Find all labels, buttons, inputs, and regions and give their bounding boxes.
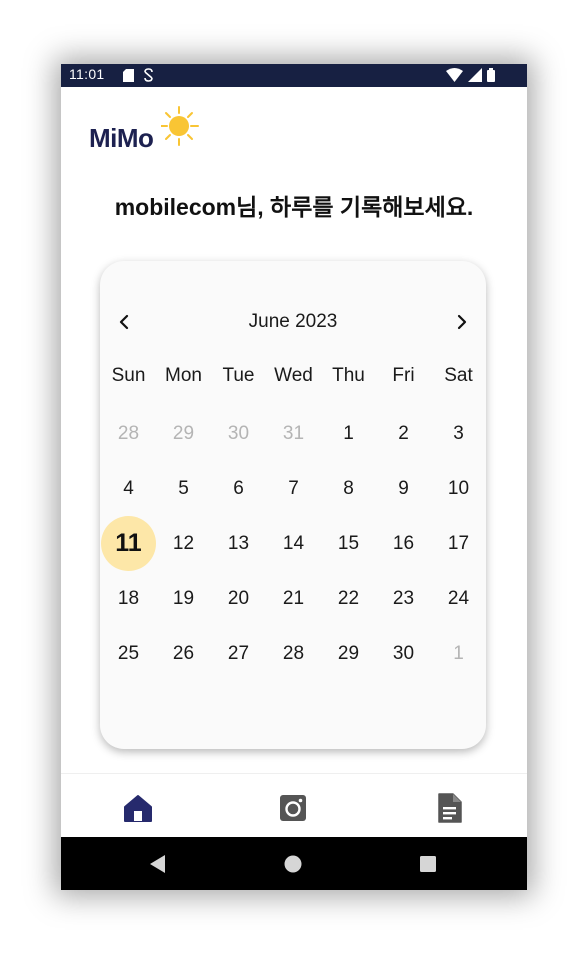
calendar-day[interactable]: 3 [431,406,486,461]
status-icons-left [123,68,154,82]
calendar-day[interactable]: 7 [266,461,321,516]
calendar-day[interactable]: 27 [211,626,266,681]
next-month-button[interactable] [449,309,475,335]
phone-screen: 11:01 MiMo mobilecom님, 하루를 기록해보세요. June … [61,64,527,890]
system-home-button[interactable] [280,851,306,877]
calendar-day[interactable]: 23 [376,571,431,626]
calendar-day[interactable]: 12 [156,516,211,571]
calendar-grid: 28 29 30 31 1 2 3 4 5 6 7 8 9 10 11 12 13 14 15 16 17 18 19 20 2… [101,406,486,681]
bottom-navigation [61,773,527,838]
wifi-icon [446,68,463,82]
home-circle-icon [284,855,302,873]
calendar-day[interactable]: 19 [156,571,211,626]
weekday-label: Sat [444,365,473,386]
calendar-header: June 2023 [100,307,486,337]
calendar-day[interactable]: 15 [321,516,376,571]
chevron-right-icon [457,314,467,330]
greeting-text: mobilecom님, 하루를 기록해보세요. [114,194,474,220]
calendar-day[interactable]: 25 [101,626,156,681]
calendar-day[interactable]: 6 [211,461,266,516]
mimo-logo: MiMo [89,106,209,156]
calendar-day[interactable]: 30 [376,626,431,681]
system-navigation-bar [61,837,527,890]
calendar-day[interactable]: 10 [431,461,486,516]
calendar-day[interactable]: 5 [156,461,211,516]
calendar-week-row: 28 29 30 31 1 2 3 [101,406,486,461]
calendar-day[interactable]: 28 [266,626,321,681]
system-back-button[interactable] [145,851,171,877]
calendar-week-row: 25 26 27 28 29 30 1 [101,626,486,681]
calendar-day[interactable]: 31 [266,406,321,461]
nav-camera-button[interactable] [277,792,309,824]
signal-icon [468,68,482,82]
calendar-day-today[interactable]: 11 [101,516,156,571]
calendar-day[interactable]: 16 [376,516,431,571]
calendar-day[interactable]: 4 [101,461,156,516]
status-bar: 11:01 [61,64,527,87]
logo-text: MiMo [89,123,154,153]
calendar-week-row: 18 19 20 21 22 23 24 [101,571,486,626]
calendar-day[interactable]: 29 [156,406,211,461]
month-title: June 2023 [248,311,338,332]
weekday-label: Tue [222,365,255,386]
camera-icon [280,795,306,821]
status-time: 11:01 [69,66,105,82]
weekday-label: Thu [332,365,365,386]
weekday-label: Mon [165,365,202,386]
calendar-day[interactable]: 28 [101,406,156,461]
calendar-day[interactable]: 14 [266,516,321,571]
sun-icon [161,106,199,146]
calendar-day[interactable]: 2 [376,406,431,461]
calendar-day[interactable]: 22 [321,571,376,626]
sd-card-icon [123,68,134,82]
weekday-header-row: Sun Mon Tue Wed Thu Fri Sat [100,365,486,395]
calendar-week-row: 11 12 13 14 15 16 17 [101,516,486,571]
back-triangle-icon [150,855,165,873]
home-icon [124,795,152,822]
calendar-day[interactable]: 18 [101,571,156,626]
calendar-day[interactable]: 26 [156,626,211,681]
calendar-day[interactable]: 1 [431,626,486,681]
calendar-day[interactable]: 9 [376,461,431,516]
calendar-week-row: 4 5 6 7 8 9 10 [101,461,486,516]
battery-icon [487,68,495,82]
calendar-day[interactable]: 24 [431,571,486,626]
weekday-label: Sun [111,365,146,386]
calendar-day[interactable]: 8 [321,461,376,516]
recents-square-icon [420,856,436,872]
calendar-day[interactable]: 20 [211,571,266,626]
calendar-day[interactable]: 1 [321,406,376,461]
nav-home-button[interactable] [122,792,154,824]
calendar-day[interactable]: 13 [211,516,266,571]
sync-icon [144,68,153,82]
calendar-card: June 2023 Sun Mon Tue Wed Thu Fri Sat 28 29 30 31… [100,261,486,749]
weekday-label: Wed [274,365,313,386]
calendar-day[interactable]: 17 [431,516,486,571]
document-icon [438,793,462,823]
weekday-label: Fri [392,365,415,386]
calendar-day[interactable]: 29 [321,626,376,681]
nav-diary-button[interactable] [433,792,465,824]
status-icons-right [446,68,495,82]
calendar-day[interactable]: 21 [266,571,321,626]
calendar-day-number: 11 [115,529,142,557]
system-recents-button[interactable] [415,851,441,877]
calendar-day[interactable]: 30 [211,406,266,461]
